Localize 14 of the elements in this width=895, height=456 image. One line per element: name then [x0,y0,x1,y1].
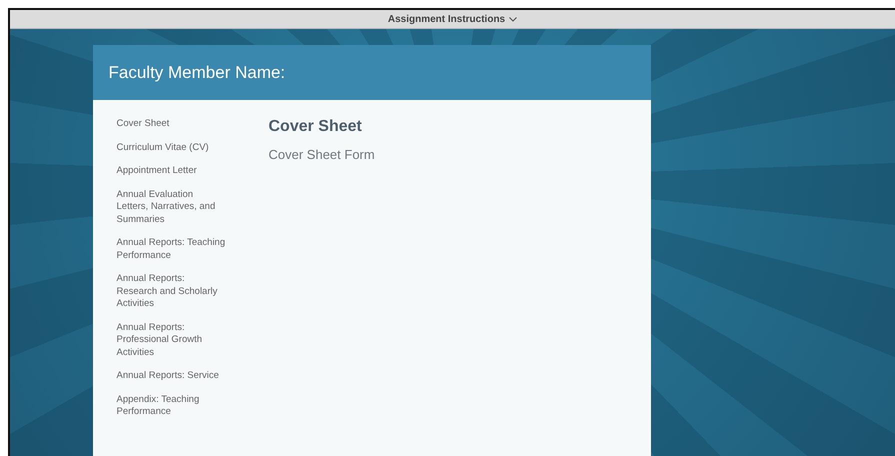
content-heading: Cover Sheet [268,118,363,136]
card-title: Faculty Member Name: [108,62,286,82]
sidebar-item[interactable]: Annual Reports: Teaching Performance [116,237,226,262]
chevron-down-icon[interactable] [509,16,518,22]
sidebar-item[interactable]: Annual Reports: Service [116,370,226,382]
content-text: Cover Sheet Form [268,147,375,162]
sidebar-item[interactable]: Cover Sheet [116,118,226,130]
sidebar-item[interactable]: Appointment Letter [116,165,226,178]
sidebar-item[interactable]: Annual Reports: Research and Scholarly Activities [116,273,226,310]
sidebar-item[interactable]: Curriculum Vitae (CV) [116,142,226,154]
sidebar-item[interactable]: Annual Evaluation Letters, Narratives, and Summaries [116,188,226,226]
sidebar-item[interactable]: Annual Reports: Professional Growth Activities [116,322,226,359]
sidebar-item[interactable]: Appendix: Teaching Performance [116,394,226,418]
top-bar-title[interactable]: Assignment Instructions [388,14,506,24]
